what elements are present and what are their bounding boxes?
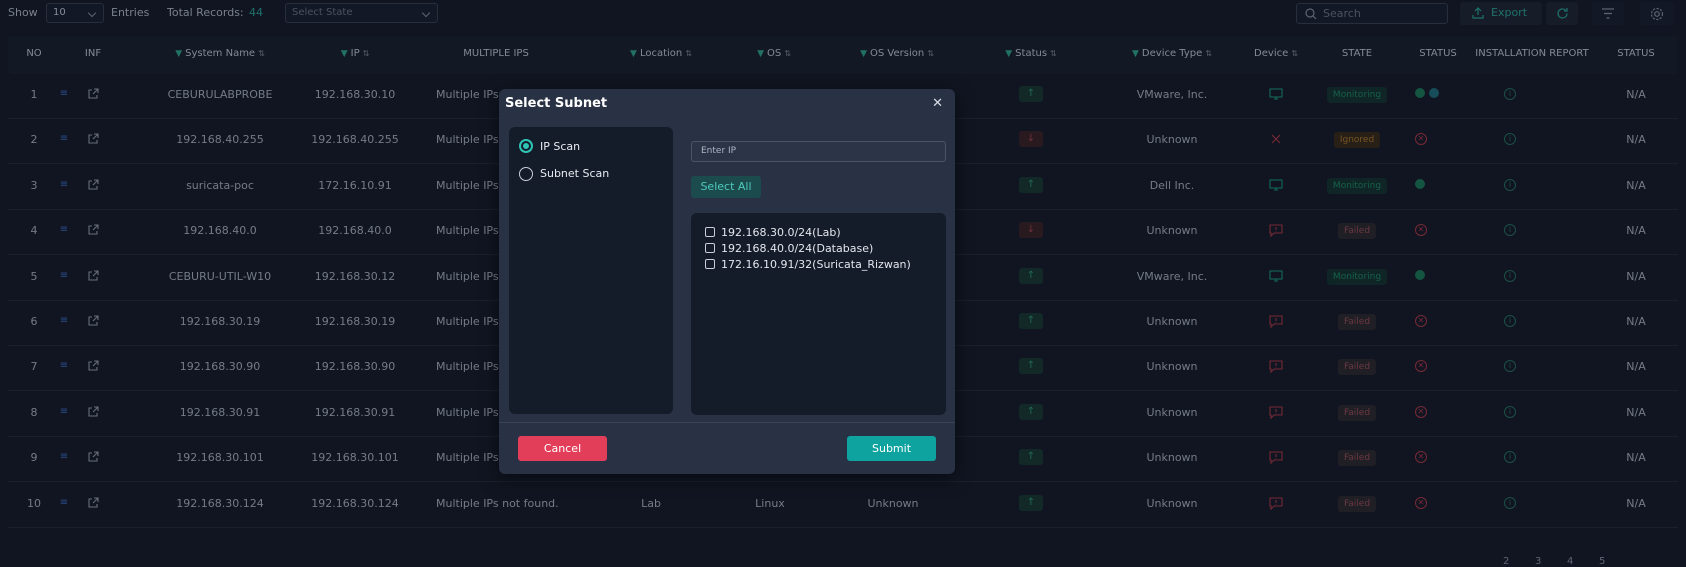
checkbox[interactable] [705, 243, 715, 253]
checkbox[interactable] [705, 259, 715, 269]
select-all-button[interactable]: Select All [691, 176, 761, 198]
subnet-label: 192.168.30.0/24(Lab) [721, 226, 841, 239]
subnet-list: 192.168.30.0/24(Lab) 192.168.40.0/24(Dat… [691, 213, 946, 415]
ip-scan-label[interactable]: IP Scan [540, 140, 580, 153]
ip-input[interactable]: Enter IP [691, 141, 946, 162]
subnet-item[interactable]: 192.168.40.0/24(Database) [705, 242, 873, 255]
close-icon[interactable]: ✕ [932, 96, 943, 111]
dialog-title: Select Subnet [505, 96, 608, 111]
select-subnet-dialog: Select Subnet ✕ IP Scan Subnet Scan Ente… [499, 89, 955, 474]
subnet-label: 172.16.10.91/32(Suricata_Rizwan) [721, 258, 911, 271]
subnet-item[interactable]: 192.168.30.0/24(Lab) [705, 226, 841, 239]
subnet-label: 192.168.40.0/24(Database) [721, 242, 874, 255]
submit-button[interactable]: Submit [847, 436, 936, 461]
subnet-scan-label[interactable]: Subnet Scan [540, 167, 609, 180]
dialog-divider [499, 422, 955, 423]
checkbox[interactable] [705, 227, 715, 237]
subnet-item[interactable]: 172.16.10.91/32(Suricata_Rizwan) [705, 258, 911, 271]
subnet-scan-radio[interactable] [519, 167, 533, 181]
ip-scan-radio[interactable] [519, 139, 533, 153]
cancel-button[interactable]: Cancel [518, 436, 607, 461]
scan-type-panel: IP Scan Subnet Scan [509, 127, 673, 414]
